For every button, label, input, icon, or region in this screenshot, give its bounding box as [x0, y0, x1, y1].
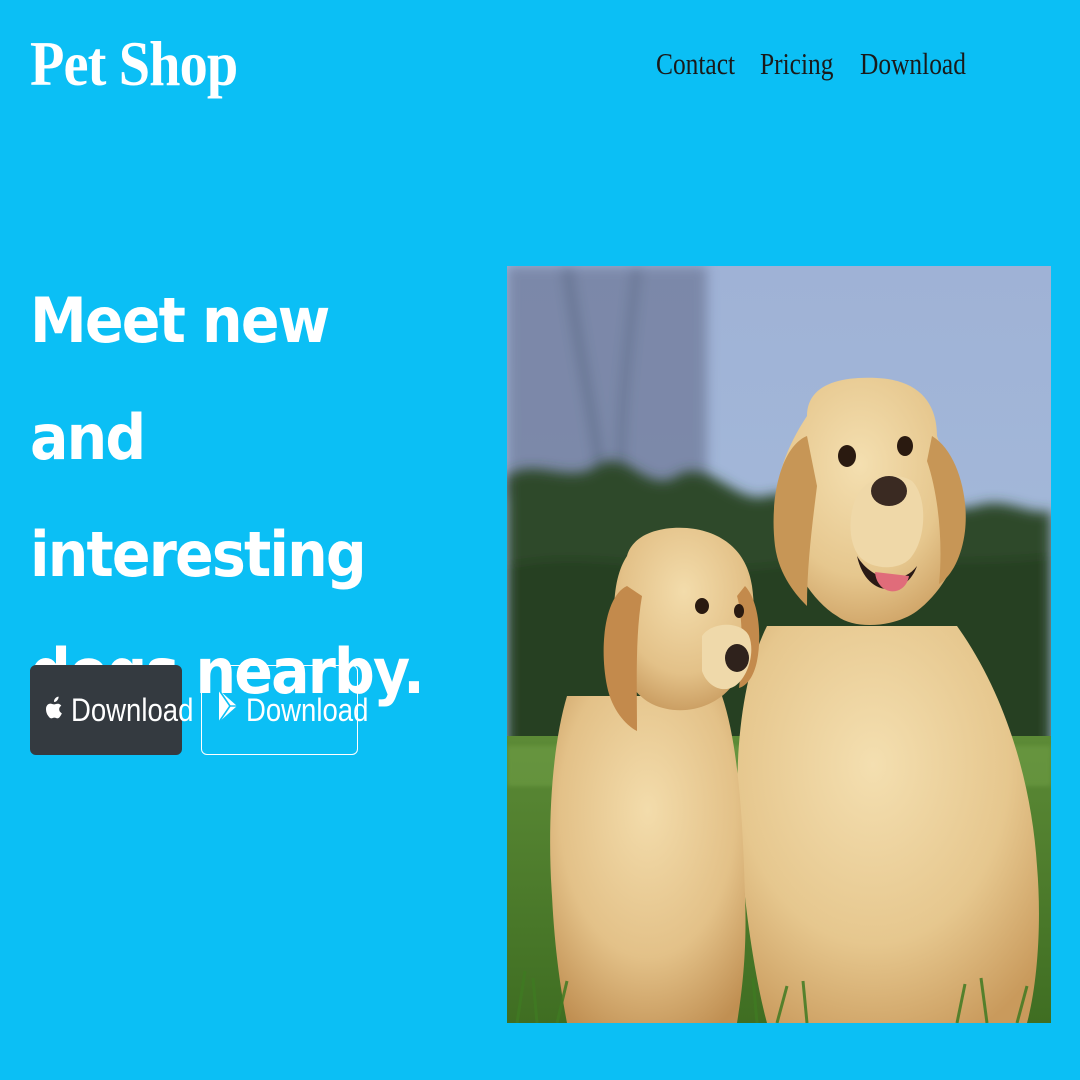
main-nav: Contact Pricing Download: [656, 44, 966, 84]
apple-download-label: Download: [71, 691, 194, 728]
nav-link-pricing[interactable]: Pricing: [760, 44, 833, 84]
google-play-download-button[interactable]: Download: [201, 665, 368, 755]
google-play-icon: [218, 689, 238, 731]
nav-link-download[interactable]: Download: [860, 44, 966, 84]
apple-icon: [45, 692, 63, 729]
brand-logo[interactable]: Pet Shop: [30, 28, 238, 100]
apple-download-button[interactable]: Download: [30, 665, 193, 755]
hero-dogs-image: [507, 266, 1051, 1023]
hero-headline: Meet new and interesting dogs nearby.: [30, 284, 425, 708]
nav-link-contact[interactable]: Contact: [656, 44, 735, 84]
google-play-download-label: Download: [246, 691, 369, 728]
